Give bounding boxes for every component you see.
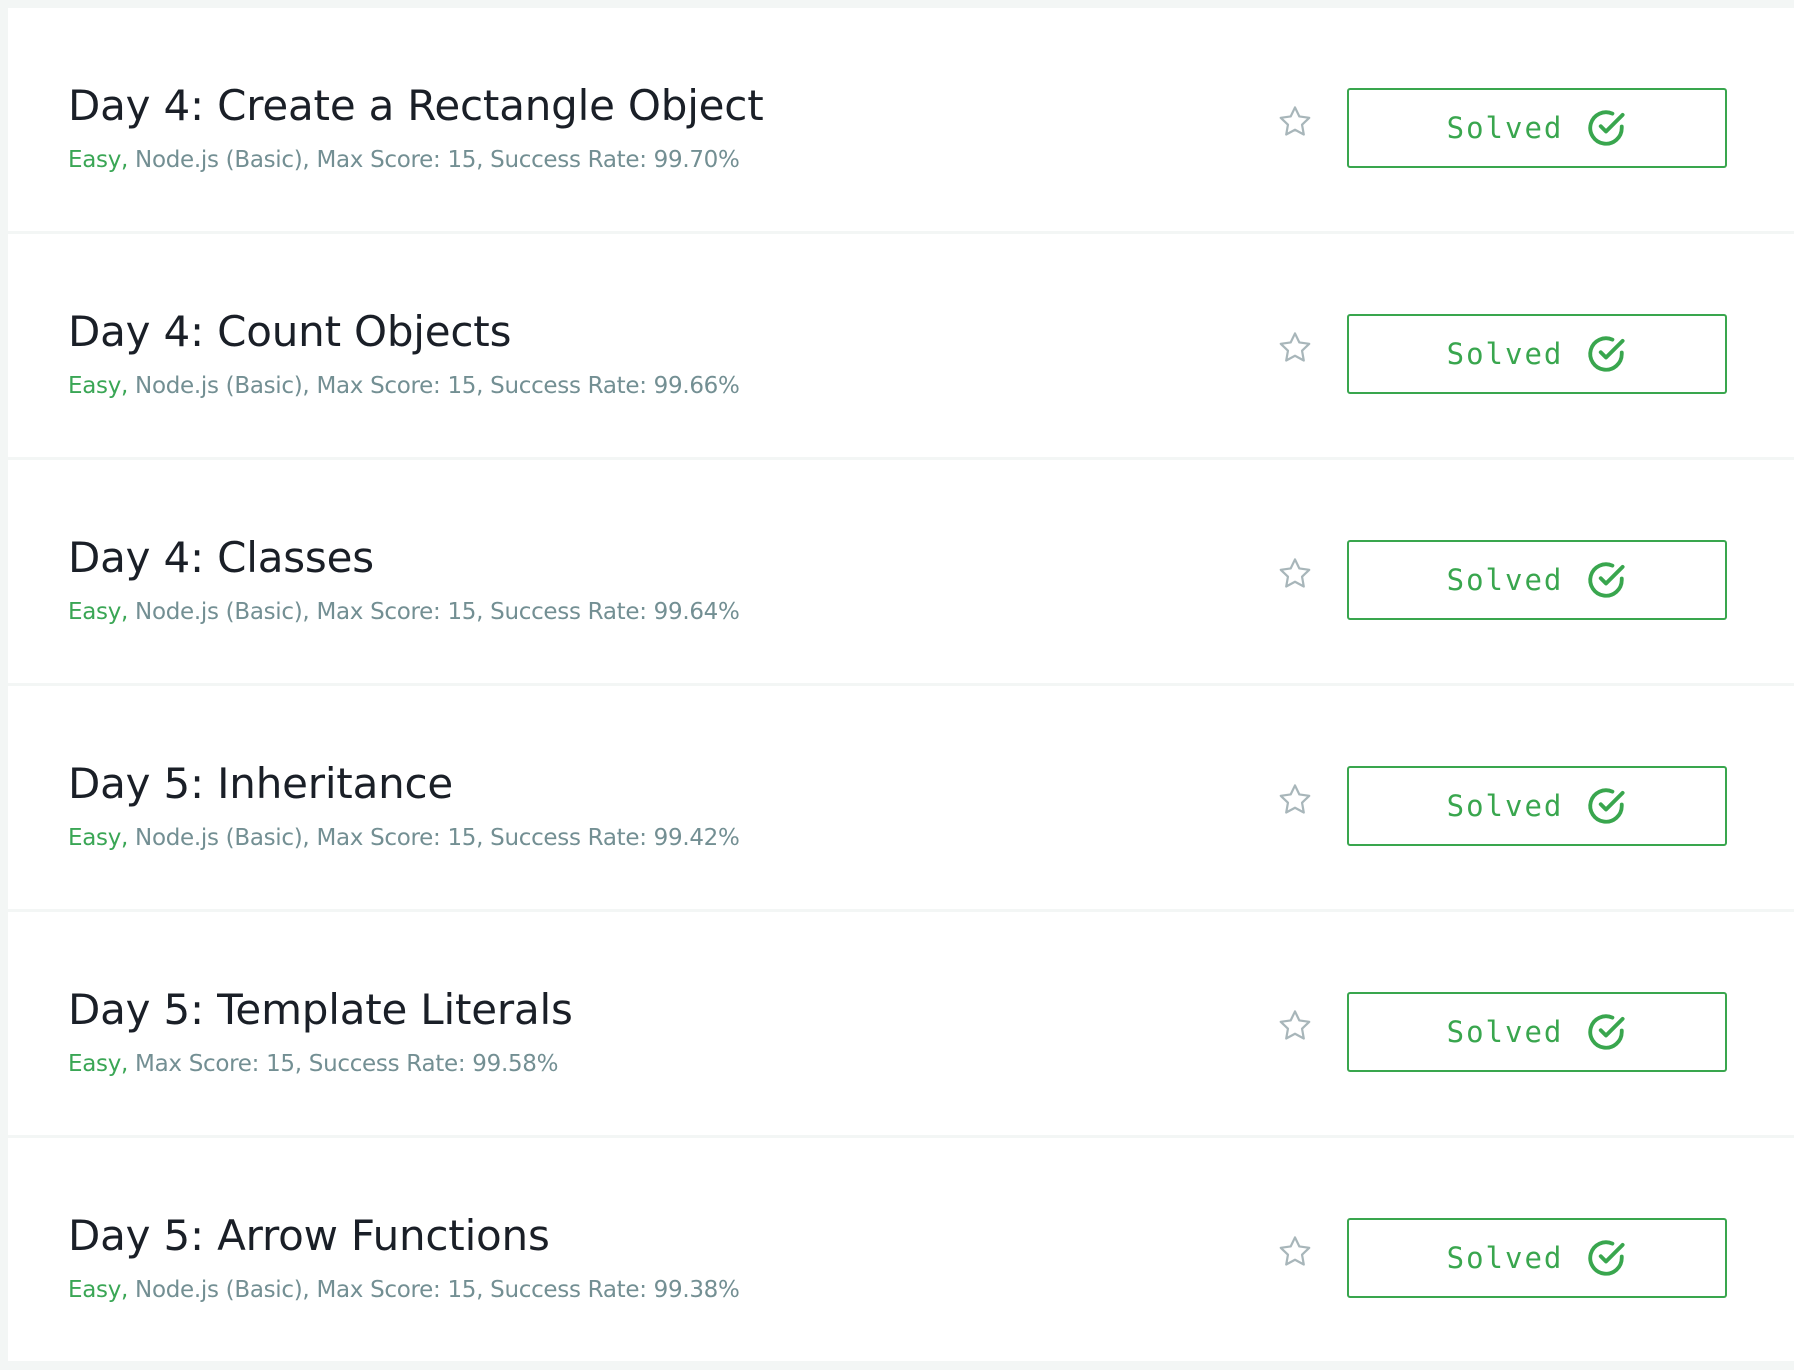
solved-button[interactable]: Solved <box>1347 88 1727 168</box>
star-outline-icon[interactable] <box>1276 329 1314 367</box>
challenge-meta: Easy, Node.js (Basic), Max Score: 15, Su… <box>68 823 740 853</box>
challenge-meta: Easy, Node.js (Basic), Max Score: 15, Su… <box>68 597 740 627</box>
challenge-details: Node.js (Basic), Max Score: 15, Success … <box>128 599 740 625</box>
solved-label: Solved <box>1446 111 1564 145</box>
challenge-row: Day 4: Count Objects Easy, Node.js (Basi… <box>8 234 1794 457</box>
difficulty-label: Easy, <box>68 825 129 851</box>
challenge-meta: Easy, Node.js (Basic), Max Score: 15, Su… <box>68 1275 740 1305</box>
solved-label: Solved <box>1446 1241 1564 1275</box>
solved-label: Solved <box>1446 789 1564 823</box>
star-outline-icon[interactable] <box>1276 103 1314 141</box>
star-outline-icon[interactable] <box>1276 1007 1314 1045</box>
challenge-list: Day 4: Create a Rectangle Object Easy, N… <box>8 0 1794 1370</box>
challenge-details: Max Score: 15, Success Rate: 99.58% <box>128 1051 559 1077</box>
challenge-meta: Easy, Node.js (Basic), Max Score: 15, Su… <box>68 145 740 175</box>
challenge-meta: Easy, Max Score: 15, Success Rate: 99.58… <box>68 1049 558 1079</box>
challenge-row: Day 5: Template Literals Easy, Max Score… <box>8 912 1794 1135</box>
solved-label: Solved <box>1446 337 1564 371</box>
star-outline-icon[interactable] <box>1276 1233 1314 1271</box>
solved-button[interactable]: Solved <box>1347 766 1727 846</box>
solved-button[interactable]: Solved <box>1347 540 1727 620</box>
solved-button[interactable]: Solved <box>1347 314 1727 394</box>
challenge-details: Node.js (Basic), Max Score: 15, Success … <box>128 1277 740 1303</box>
difficulty-label: Easy, <box>68 1277 129 1303</box>
challenge-row: Day 4: Create a Rectangle Object Easy, N… <box>8 8 1794 231</box>
challenge-title[interactable]: Day 5: Inheritance <box>68 758 453 810</box>
solved-label: Solved <box>1446 1015 1564 1049</box>
challenge-title[interactable]: Day 4: Count Objects <box>68 306 511 358</box>
challenge-row: Day 4: Classes Easy, Node.js (Basic), Ma… <box>8 460 1794 683</box>
check-circle-icon <box>1588 562 1625 598</box>
challenge-title[interactable]: Day 5: Template Literals <box>68 984 573 1036</box>
challenge-details: Node.js (Basic), Max Score: 15, Success … <box>128 373 740 399</box>
check-circle-icon <box>1588 788 1625 824</box>
challenge-title[interactable]: Day 5: Arrow Functions <box>68 1210 550 1262</box>
difficulty-label: Easy, <box>68 373 129 399</box>
challenge-title[interactable]: Day 4: Classes <box>68 532 374 584</box>
star-outline-icon[interactable] <box>1276 555 1314 593</box>
difficulty-label: Easy, <box>68 1051 129 1077</box>
check-circle-icon <box>1588 336 1625 372</box>
challenge-details: Node.js (Basic), Max Score: 15, Success … <box>128 825 740 851</box>
difficulty-label: Easy, <box>68 599 129 625</box>
challenge-title[interactable]: Day 4: Create a Rectangle Object <box>68 80 764 132</box>
challenge-meta: Easy, Node.js (Basic), Max Score: 15, Su… <box>68 371 740 401</box>
check-circle-icon <box>1588 1014 1625 1050</box>
solved-button[interactable]: Solved <box>1347 992 1727 1072</box>
solved-label: Solved <box>1446 563 1564 597</box>
check-circle-icon <box>1588 110 1625 146</box>
difficulty-label: Easy, <box>68 147 129 173</box>
star-outline-icon[interactable] <box>1276 781 1314 819</box>
challenge-details: Node.js (Basic), Max Score: 15, Success … <box>128 147 740 173</box>
challenge-row: Day 5: Inheritance Easy, Node.js (Basic)… <box>8 686 1794 909</box>
solved-button[interactable]: Solved <box>1347 1218 1727 1298</box>
check-circle-icon <box>1588 1240 1625 1276</box>
challenge-row: Day 5: Arrow Functions Easy, Node.js (Ba… <box>8 1138 1794 1361</box>
